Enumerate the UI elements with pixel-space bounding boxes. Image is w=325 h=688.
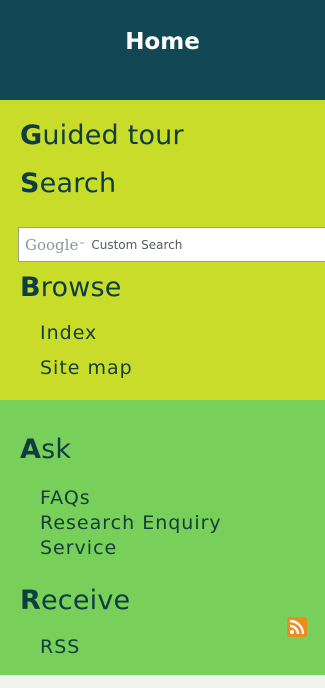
ask-heading[interactable]: Ask xyxy=(20,434,71,465)
search-cap: S xyxy=(20,168,40,199)
rss-link[interactable]: RSS xyxy=(40,636,80,658)
guided-tour-rest: uided tour xyxy=(42,120,184,151)
guided-tour-cap: G xyxy=(20,120,43,151)
receive-heading[interactable]: Receive xyxy=(20,585,130,616)
rss-feed-icon[interactable] xyxy=(287,617,307,637)
google-logo: Google xyxy=(25,235,79,254)
google-trademark: ™ xyxy=(78,240,86,249)
custom-search-placeholder: Custom Search xyxy=(91,237,183,252)
browse-heading[interactable]: Browse xyxy=(20,272,122,303)
receive-cap: R xyxy=(20,585,41,616)
search-heading[interactable]: Search xyxy=(20,168,116,199)
research-enquiry-service-link[interactable]: Service xyxy=(40,537,117,559)
google-custom-search-input[interactable]: Google ™ Custom Search xyxy=(18,227,325,262)
site-map-link[interactable]: Site map xyxy=(40,357,133,379)
browse-rest: rowse xyxy=(40,272,122,303)
faqs-link[interactable]: FAQs xyxy=(40,487,91,509)
home-link[interactable]: Home xyxy=(0,0,325,100)
index-link[interactable]: Index xyxy=(40,322,97,344)
guided-tour-link[interactable]: Guided tour xyxy=(20,120,184,151)
receive-rest: eceive xyxy=(41,585,131,616)
ask-cap: A xyxy=(20,434,42,465)
research-enquiry-link[interactable]: Research Enquiry xyxy=(40,512,222,534)
ask-rest: sk xyxy=(41,434,72,465)
search-rest: earch xyxy=(39,168,117,199)
browse-cap: B xyxy=(20,272,41,303)
sidebar-nav: Home Guided tour Search Google ™ Custom S… xyxy=(0,0,325,688)
